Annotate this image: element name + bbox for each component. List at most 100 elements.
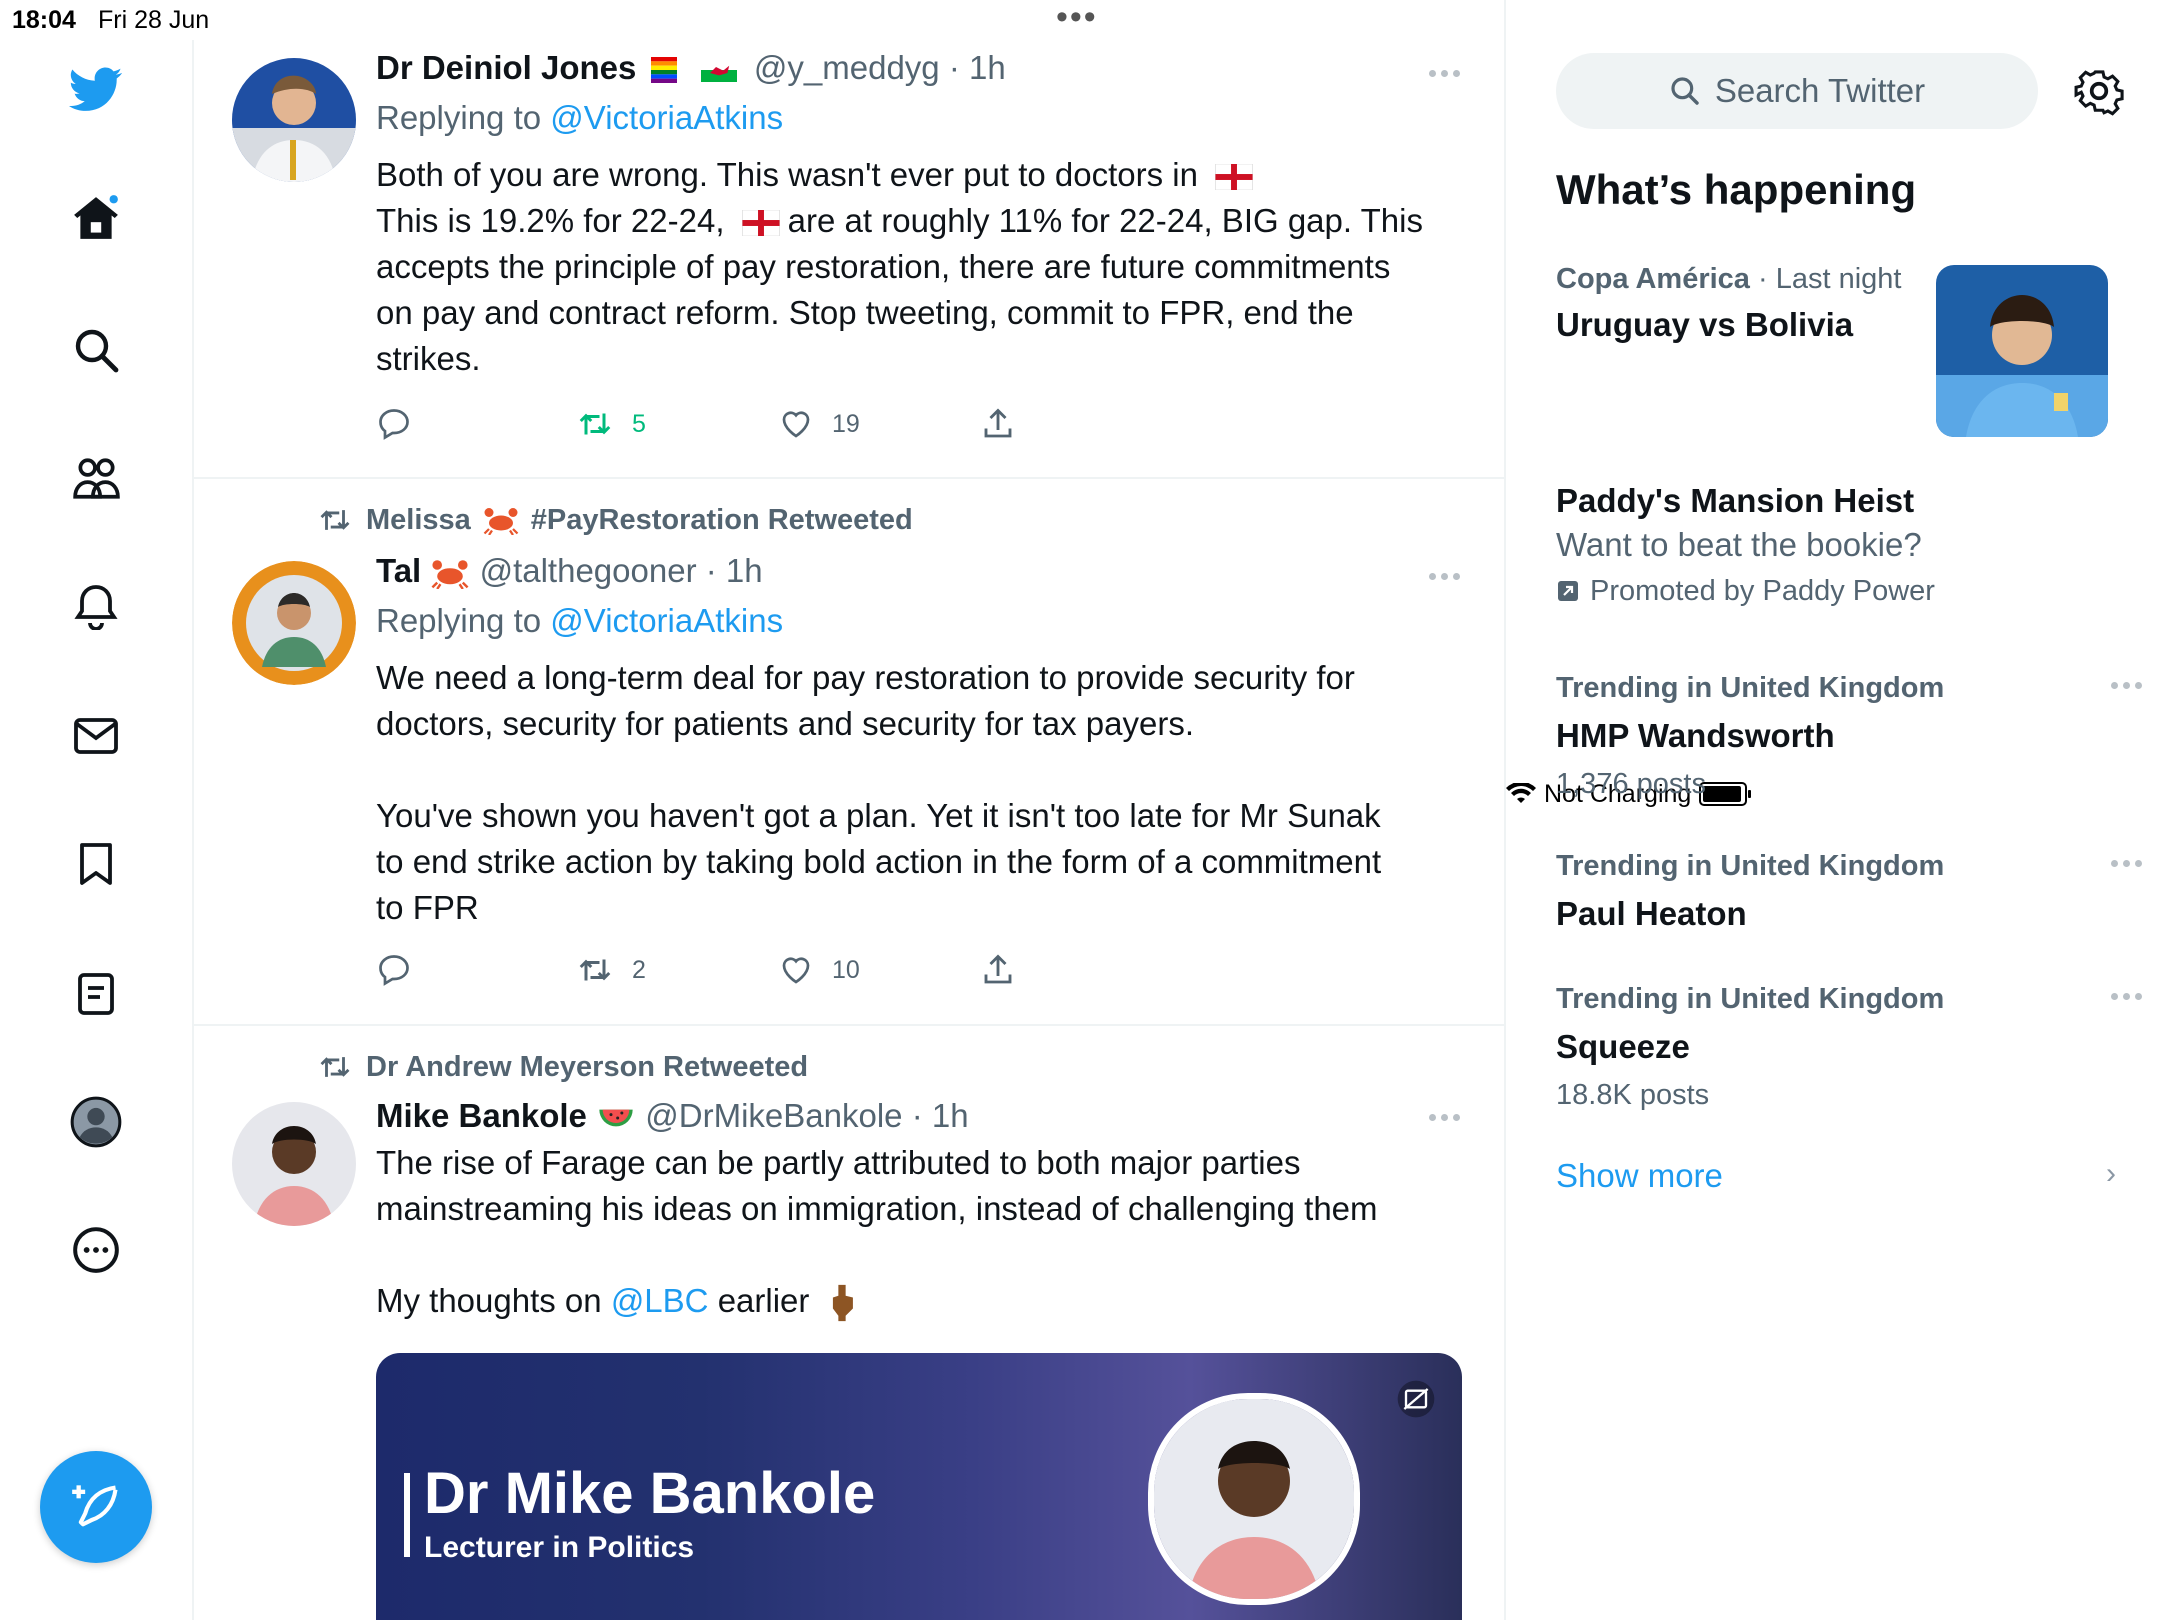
- promoted-trend-item[interactable]: Paddy's Mansion Heist Want to beat the b…: [1556, 481, 2116, 609]
- reply-prefix: Replying to: [376, 99, 542, 136]
- author-name[interactable]: Dr Deiniol Jones: [376, 49, 636, 86]
- tweet-more-button[interactable]: [1424, 58, 1464, 88]
- reply-context: Replying to @VictoriaAtkins: [376, 601, 1456, 641]
- messages-envelope-icon[interactable]: [68, 708, 124, 764]
- retweet-button[interactable]: 2: [576, 952, 646, 988]
- avatar[interactable]: [232, 561, 356, 685]
- whats-happening-heading: What’s happening: [1556, 166, 1917, 213]
- home-icon[interactable]: [68, 190, 124, 246]
- tweet-text: Both of you are wrong. This wasn't ever …: [376, 152, 1456, 382]
- author-handle[interactable]: @DrMikeBankole: [645, 1097, 902, 1134]
- more-circle-icon[interactable]: [68, 1222, 124, 1278]
- settings-gear-icon[interactable]: [2074, 66, 2124, 116]
- watermelon-emoji-icon: [599, 1109, 633, 1127]
- search-icon: [1671, 77, 1699, 105]
- like-count: 19: [832, 409, 860, 438]
- communities-icon[interactable]: [68, 450, 124, 506]
- trend-more-button[interactable]: [2106, 981, 2146, 1011]
- tweet-text: The rise of Farage can be partly attribu…: [376, 1140, 1456, 1324]
- retweeter-name[interactable]: Dr Andrew Meyerson Retweeted: [366, 1051, 808, 1084]
- tweet-time: · 1h: [705, 552, 763, 589]
- mention-link[interactable]: @LBC: [611, 1282, 709, 1319]
- trend-title: Paul Heaton: [1556, 895, 1747, 932]
- like-button[interactable]: 10: [778, 952, 860, 988]
- trend-meta: Trending in United Kingdom: [1556, 983, 1945, 1015]
- trend-post-count: 18.8K posts: [1556, 1079, 1710, 1111]
- tweet-content: Mike Bankole @DrMikeBankole · 1h The ris…: [376, 1096, 1456, 1324]
- author-handle[interactable]: @y_meddyg: [754, 49, 940, 86]
- retweet-icon: [579, 959, 611, 981]
- card-person-name: Dr Mike Bankole: [424, 1461, 876, 1526]
- compose-button[interactable]: [40, 1451, 152, 1563]
- retweet-button[interactable]: 5: [576, 406, 646, 442]
- trend-title: HMP Wandsworth: [1556, 717, 1835, 754]
- bookmark-icon[interactable]: [68, 836, 124, 892]
- tweet-text-line: mainstreaming his ideas on immigration, …: [376, 1190, 1378, 1227]
- trend-meta: Trending in United Kingdom: [1556, 672, 1945, 704]
- tweet-text-line: You've shown you haven't got a plan. Yet…: [376, 797, 1381, 834]
- lists-icon[interactable]: [68, 966, 124, 1022]
- avatar[interactable]: [232, 1102, 356, 1226]
- notifications-bell-icon[interactable]: [68, 578, 124, 634]
- trend-item[interactable]: Trending in United Kingdom HMP Wandswort…: [1556, 670, 2142, 802]
- avatar[interactable]: [232, 58, 356, 182]
- trend-item[interactable]: Trending in United Kingdom Squeeze 18.8K…: [1556, 981, 2142, 1113]
- card-portrait-image: [1148, 1393, 1360, 1605]
- pointing-down-emoji-icon: [832, 1285, 853, 1322]
- timeline-feed[interactable]: Dr Deiniol Jones @y_meddyg · 1h Replying…: [194, 0, 1506, 1620]
- reply-button[interactable]: [376, 406, 412, 442]
- reply-button[interactable]: [376, 952, 412, 988]
- show-more-link[interactable]: Show more ›: [1556, 1157, 2116, 1195]
- tweet[interactable]: Melissa #PayRestoration Retweeted Tal @t…: [194, 477, 1504, 1026]
- retweet-icon: [579, 413, 611, 435]
- video-card[interactable]: Dr Mike Bankole Lecturer in Politics: [376, 1353, 1462, 1620]
- tweet-content: Dr Deiniol Jones @y_meddyg · 1h Replying…: [376, 48, 1456, 382]
- share-button[interactable]: [980, 952, 1016, 988]
- crab-emoji-icon: [431, 560, 469, 590]
- tweet-header: Dr Deiniol Jones @y_meddyg · 1h: [376, 48, 1456, 88]
- trend-more-button[interactable]: [2106, 670, 2146, 700]
- tweet-header: Mike Bankole @DrMikeBankole · 1h: [376, 1096, 1456, 1136]
- author-handle[interactable]: @talthegooner: [480, 552, 697, 589]
- heart-icon: [782, 957, 810, 984]
- search-input[interactable]: Search Twitter: [1556, 53, 2038, 129]
- tweet-text-line: accepts the principle of pay restoration…: [376, 248, 1391, 285]
- chevron-right-icon: ›: [2106, 1157, 2116, 1190]
- author-name[interactable]: Mike Bankole: [376, 1097, 587, 1134]
- like-button[interactable]: 19: [778, 406, 860, 442]
- reply-prefix: Replying to: [376, 602, 542, 639]
- tweet-header: Tal @talthegooner · 1h: [376, 551, 1456, 591]
- search-icon[interactable]: [68, 322, 124, 378]
- status-date: Fri 28 Jun: [98, 6, 210, 34]
- trend-meta: Trending in United Kingdom: [1556, 850, 1945, 882]
- trend-title: Paddy's Mansion Heist: [1556, 482, 1915, 519]
- sensitive-media-icon[interactable]: [1396, 1379, 1436, 1419]
- retweeter-name[interactable]: Melissa: [366, 504, 471, 537]
- share-button[interactable]: [980, 406, 1016, 442]
- retweeted-by: Melissa #PayRestoration Retweeted: [316, 503, 913, 537]
- retweet-icon: [320, 1057, 350, 1077]
- tweet-text-line: strikes.: [376, 340, 481, 377]
- reply-mention-link[interactable]: @VictoriaAtkins: [550, 99, 783, 136]
- reply-mention-link[interactable]: @VictoriaAtkins: [550, 602, 783, 639]
- tweet-more-button[interactable]: [1424, 1102, 1464, 1132]
- england-flag-icon: [1215, 164, 1254, 191]
- twitter-bird-icon[interactable]: [68, 62, 124, 118]
- tweet-text-line: The rise of Farage can be partly attribu…: [376, 1144, 1301, 1181]
- tweet-actions: 5 19: [376, 406, 1096, 446]
- promoted-label: Promoted by Paddy Power: [1556, 573, 2116, 609]
- trend-time: · Last night: [1758, 263, 1902, 295]
- tweet-more-button[interactable]: [1424, 561, 1464, 591]
- tweet[interactable]: Dr Deiniol Jones @y_meddyg · 1h Replying…: [194, 0, 1504, 479]
- tweet-text-line: are at roughly 11% for 22-24, BIG gap. T…: [787, 202, 1423, 239]
- trend-item[interactable]: Trending in United Kingdom Paul Heaton: [1556, 848, 2142, 934]
- author-name[interactable]: Tal: [376, 552, 421, 589]
- trend-more-button[interactable]: [2106, 848, 2146, 878]
- tweet-text-line: to FPR: [376, 889, 479, 926]
- tweet-actions: 2 10: [376, 952, 1096, 992]
- like-count: 10: [832, 955, 860, 984]
- tweet-text-line: earlier: [717, 1282, 810, 1319]
- right-sidebar: Search Twitter What’s happening Copa Amé…: [1506, 40, 2160, 1620]
- profile-avatar-icon[interactable]: [68, 1094, 124, 1150]
- promoted-icon: [1558, 581, 1578, 601]
